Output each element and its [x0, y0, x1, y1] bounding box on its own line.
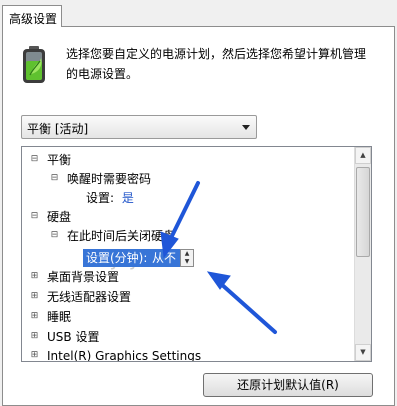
tree-label-desktop-background: 桌面背景设置: [47, 270, 120, 284]
minutes-input[interactable]: 从不: [150, 249, 180, 267]
description-text: 选择您要自定义的电源计划，然后选择您希望计算机管理 的电源设置。: [66, 44, 386, 84]
setting-minutes-label: 设置(分钟):: [83, 249, 151, 267]
scroll-down-icon[interactable]: ▼: [355, 344, 371, 361]
chevron-down-icon: [242, 125, 250, 130]
tree-label-disk-off: 在此时间后关闭硬盘: [67, 229, 176, 243]
collapse-icon[interactable]: ⊟: [50, 231, 59, 240]
expand-icon[interactable]: ⊞: [30, 292, 39, 301]
scroll-up-icon[interactable]: ▲: [355, 147, 371, 164]
wake-setting-label: 设置:: [86, 191, 115, 205]
restore-defaults-button[interactable]: 还原计划默认值(R): [203, 373, 373, 397]
disk-off-setting-editor[interactable]: 设置(分钟): 从不 ▲ ▼: [83, 249, 218, 267]
collapse-icon[interactable]: ⊟: [50, 174, 59, 183]
power-plan-icon: [23, 46, 45, 83]
wake-setting-value[interactable]: 是: [122, 191, 134, 205]
tree-label-wake-password: 唤醒时需要密码: [67, 172, 152, 186]
tree-label-balance: 平衡: [47, 153, 72, 167]
expand-icon[interactable]: ⊞: [30, 272, 39, 281]
spin-down-icon[interactable]: ▼: [181, 258, 193, 266]
tab-advanced-settings[interactable]: 高级设置: [2, 5, 62, 27]
spin-up-icon[interactable]: ▲: [181, 250, 193, 258]
power-plan-dropdown-value: 平衡 [活动]: [27, 122, 89, 136]
expand-icon[interactable]: ⊞: [30, 351, 39, 360]
tree-item-wake-setting[interactable]: 设置: 是: [86, 188, 134, 208]
description-line-2: 的电源设置。: [66, 67, 139, 81]
collapse-icon[interactable]: ⊟: [30, 155, 39, 164]
scrollbar-thumb[interactable]: [356, 167, 370, 257]
tree-label-intel-graphics: Intel(R) Graphics Settings: [47, 349, 202, 362]
power-plan-dropdown[interactable]: 平衡 [活动]: [21, 115, 257, 139]
tree-label-disk: 硬盘: [47, 210, 72, 224]
minutes-spinner[interactable]: ▲ ▼: [180, 249, 194, 267]
tree-label-usb: USB 设置: [47, 330, 100, 344]
collapse-icon[interactable]: ⊟: [30, 212, 39, 221]
expand-icon[interactable]: ⊞: [30, 312, 39, 321]
tree-label-wireless: 无线适配器设置: [47, 290, 132, 304]
tree-scrollbar[interactable]: ▲ ▼: [354, 147, 371, 361]
expand-icon[interactable]: ⊞: [30, 332, 39, 341]
description-line-1: 选择您要自定义的电源计划，然后选择您希望计算机管理: [66, 47, 367, 61]
tree-label-sleep: 睡眠: [47, 310, 72, 324]
